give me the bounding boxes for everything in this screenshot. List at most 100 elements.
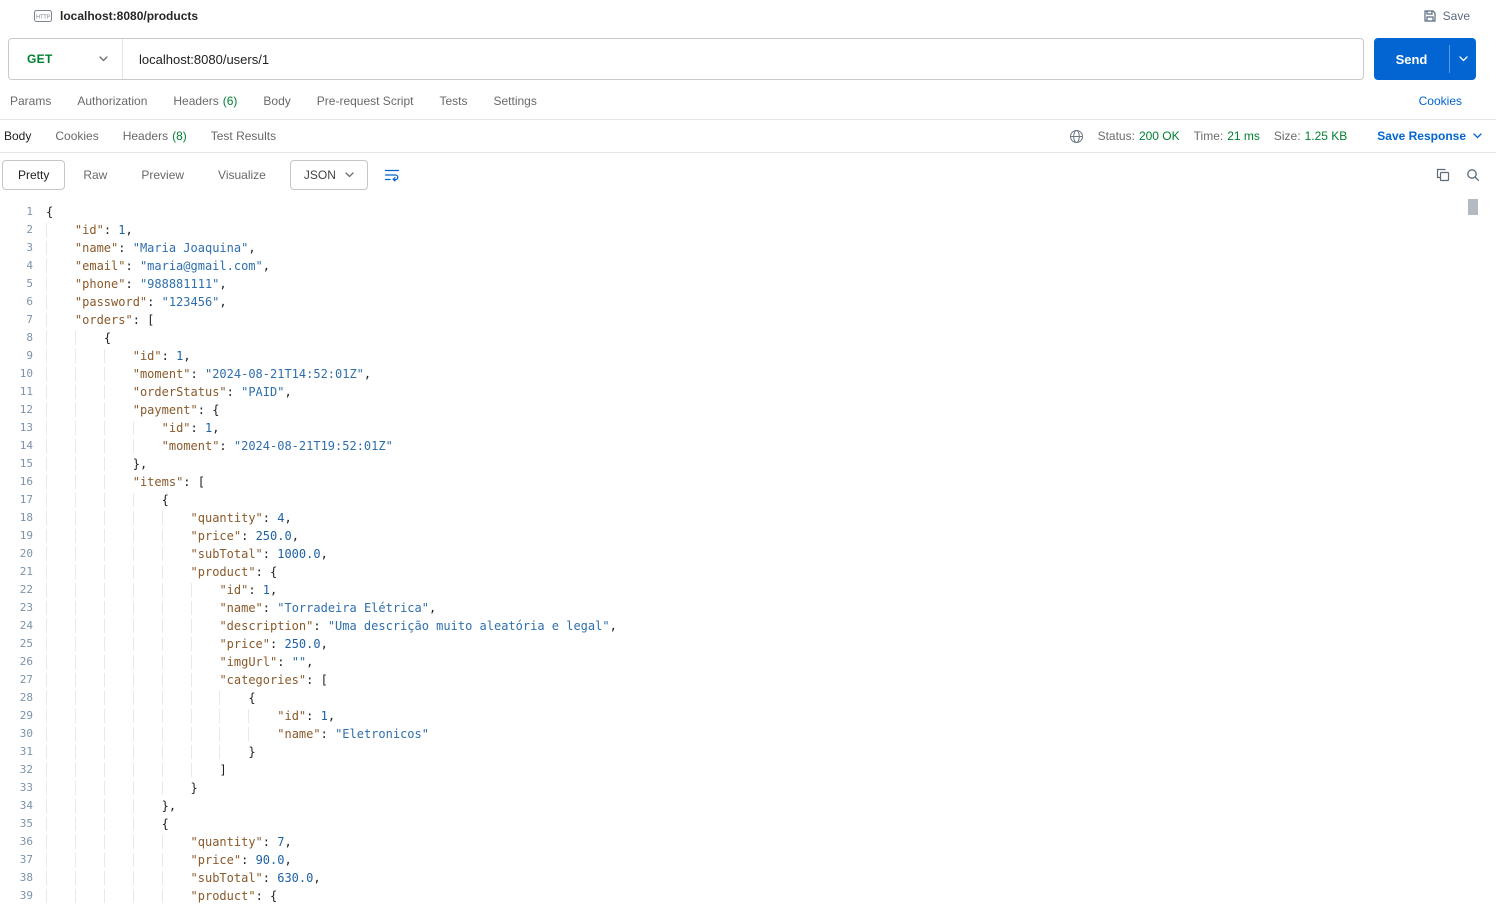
request-bar: GET Send — [0, 28, 1496, 92]
line-number: 8 — [26, 331, 33, 344]
code-line: "email": "maria@gmail.com", — [46, 257, 1496, 275]
line-number: 14 — [19, 439, 33, 452]
time-badge: Time: 21 ms — [1194, 129, 1260, 143]
cookies-link[interactable]: Cookies — [1419, 94, 1462, 108]
code-line: "quantity": 4, — [46, 509, 1496, 527]
response-tab-cookies[interactable]: Cookies — [55, 129, 98, 143]
response-tab-headers[interactable]: Headers (8) — [123, 129, 187, 143]
save-button-label: Save — [1442, 9, 1470, 23]
line-number: 26 — [19, 655, 33, 668]
line-number: 3 — [26, 241, 33, 254]
request-tab-header[interactable]: HTTP localhost:8080/products — [34, 9, 198, 23]
response-header: Body Cookies Headers (8) Test Results Status… — [0, 119, 1496, 153]
line-number: 27 — [19, 673, 33, 686]
request-tab-params[interactable]: Params — [10, 94, 51, 108]
response-tab-body[interactable]: Body — [4, 129, 31, 143]
size-value: 1.25 KB — [1304, 129, 1348, 143]
line-number: 34 — [19, 799, 33, 812]
code-line: "id": 1, — [46, 581, 1496, 599]
size-badge: Size: 1.25 KB — [1274, 129, 1347, 143]
response-tabs: Body Cookies Headers (8) Test Results — [4, 129, 276, 143]
save-icon — [1423, 9, 1437, 23]
request-tab-settings[interactable]: Settings — [494, 94, 537, 108]
code-lines[interactable]: { "id": 1, "name": "Maria Joaquina", "em… — [46, 203, 1496, 911]
request-tab-pre-request-script[interactable]: Pre-request Script — [317, 94, 414, 108]
line-number: 17 — [19, 493, 33, 506]
response-scrollbar[interactable] — [1468, 199, 1478, 911]
line-number: 31 — [19, 745, 33, 758]
code-line: { — [46, 491, 1496, 509]
http-icon: HTTP — [34, 9, 52, 23]
wrap-text-icon[interactable] — [384, 168, 400, 182]
code-line: "name": "Eletronicos" — [46, 725, 1496, 743]
line-number: 9 — [26, 349, 33, 362]
code-line: ] — [46, 761, 1496, 779]
line-number: 6 — [26, 295, 33, 308]
request-tab-tests[interactable]: Tests — [439, 94, 467, 108]
request-tabs-row: Params Authorization Headers (6) Body Pre-req… — [0, 92, 1496, 119]
line-number: 32 — [19, 763, 33, 776]
view-mode-pretty[interactable]: Pretty — [2, 160, 66, 190]
line-number: 29 — [19, 709, 33, 722]
copy-icon[interactable] — [1432, 164, 1454, 186]
line-number: 7 — [26, 313, 33, 326]
save-response-button[interactable]: Save Response — [1377, 129, 1482, 143]
status-badge: Status: 200 OK — [1098, 129, 1180, 143]
code-line: "orderStatus": "PAID", — [46, 383, 1496, 401]
view-mode-visualize[interactable]: Visualize — [202, 160, 282, 190]
line-number: 36 — [19, 835, 33, 848]
code-line: "phone": "988881111", — [46, 275, 1496, 293]
response-body: 1 2 3 4 5 6 7 8 9 10 11 12 13 14 15 16 17 18 19 20 21 22 23 24 2… — [0, 197, 1496, 911]
response-tab-test-results[interactable]: Test Results — [211, 129, 276, 143]
code-line: "price": 90.0, — [46, 851, 1496, 869]
code-line: "orders": [ — [46, 311, 1496, 329]
code-line: { — [46, 329, 1496, 347]
view-mode-raw[interactable]: Raw — [67, 160, 123, 190]
send-button-label: Send — [1395, 51, 1428, 67]
url-box: GET — [8, 38, 1364, 80]
line-number: 21 — [19, 565, 33, 578]
send-options-chevron-icon[interactable] — [1450, 56, 1476, 62]
line-number: 2 — [26, 223, 33, 236]
code-line: "id": 1, — [46, 221, 1496, 239]
size-label: Size: — [1273, 129, 1301, 143]
method-label: GET — [27, 52, 53, 66]
line-number: 39 — [19, 889, 33, 902]
format-dropdown-label: JSON — [303, 168, 336, 182]
line-number: 16 — [19, 475, 33, 488]
chevron-down-icon — [345, 172, 354, 178]
time-label: Time: — [1193, 129, 1224, 143]
format-dropdown[interactable]: JSON — [289, 160, 368, 190]
code-line: { — [46, 205, 54, 219]
code-line: "price": 250.0, — [46, 635, 1496, 653]
code-line: "price": 250.0, — [46, 527, 1496, 545]
code-line: { — [46, 689, 1496, 707]
code-line: "name": "Torradeira Elétrica", — [46, 599, 1496, 617]
save-button[interactable]: Save — [1423, 9, 1470, 23]
line-number: 5 — [26, 277, 33, 290]
line-number: 1 — [26, 205, 33, 218]
search-icon[interactable] — [1462, 164, 1484, 186]
request-tab-authorization[interactable]: Authorization — [77, 94, 147, 108]
line-number: 35 — [19, 817, 33, 830]
request-tab-headers[interactable]: Headers (6) — [173, 94, 237, 108]
time-value: 21 ms — [1227, 129, 1260, 143]
send-button[interactable]: Send — [1374, 38, 1476, 80]
line-number: 28 — [19, 691, 33, 704]
code-line: "categories": [ — [46, 671, 1496, 689]
view-mode-preview[interactable]: Preview — [125, 160, 200, 190]
line-number: 13 — [19, 421, 33, 434]
line-number: 10 — [19, 367, 33, 380]
scrollbar-thumb[interactable] — [1468, 199, 1478, 215]
svg-text:HTTP: HTTP — [36, 15, 51, 21]
line-number: 38 — [19, 871, 33, 884]
code-line: }, — [46, 797, 1496, 815]
response-meta: Status: 200 OK Time: 21 ms Size: 1.25 KB… — [1069, 129, 1482, 144]
code-line: }, — [46, 455, 1496, 473]
code-line: } — [46, 779, 1496, 797]
line-numbers: 1 2 3 4 5 6 7 8 9 10 11 12 13 14 15 16 17 18 19 20 21 22 23 24 2… — [0, 203, 46, 911]
url-input[interactable] — [123, 39, 1363, 79]
chevron-down-icon — [1473, 133, 1482, 139]
request-tab-body[interactable]: Body — [263, 94, 290, 108]
method-selector[interactable]: GET — [9, 39, 123, 79]
